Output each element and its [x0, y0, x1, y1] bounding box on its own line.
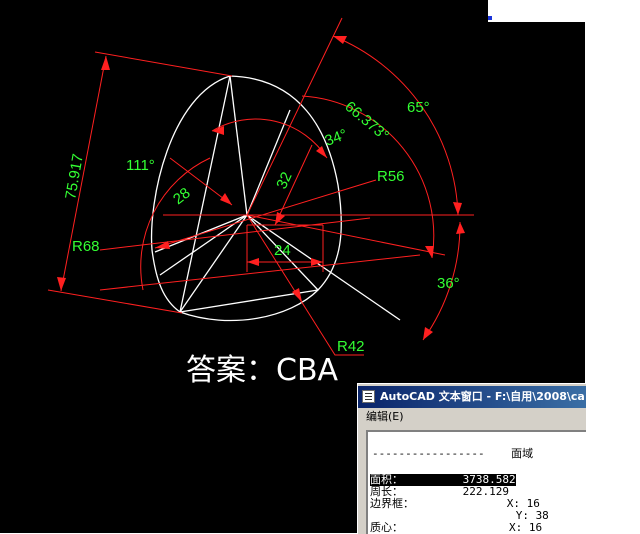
autocad-text-window[interactable]: AutoCAD 文本窗口 - F:\自用\2008\ca 编辑(E) -----…	[357, 383, 586, 534]
arrow-r42	[292, 288, 302, 302]
output-line-centroid: 质心： X: 16	[370, 521, 543, 534]
answer-label: 答案：CBA	[186, 353, 339, 388]
segment-top-to-center	[229, 75, 248, 216]
viewport-corner-patch	[488, 0, 585, 22]
dim-text-111: 111°	[126, 157, 155, 174]
arrow-28	[220, 193, 232, 205]
arrowheads	[57, 36, 465, 340]
dimension-text-layer: 75.917 111° 28 32 34° 66.373° 65° R56 R6…	[62, 98, 459, 355]
dim-text-24: 24	[274, 242, 291, 259]
dim-34-arc	[211, 118, 328, 159]
dim-75917-ext-bottom	[47, 289, 183, 314]
dim-65-arc	[332, 35, 459, 216]
ref-lower-line	[99, 254, 421, 291]
arrow-36-top	[456, 222, 465, 234]
arrow-65-bottom	[453, 202, 462, 215]
output-line-separator: ----------------- 面域	[372, 447, 534, 460]
grip-point[interactable]	[488, 16, 492, 20]
dim-75917-ext-top	[94, 51, 233, 77]
dim-text-r42: R42	[337, 338, 365, 355]
dim-text-34: 34°	[323, 126, 350, 150]
dimension-layer	[47, 17, 474, 356]
text-window-output[interactable]: ----------------- 面域 面积： 3738.582 周长： 22…	[366, 430, 586, 534]
dim-text-r56: R56	[377, 168, 405, 185]
text-window-menu-bar: 编辑(E)	[358, 408, 586, 426]
menu-edit[interactable]: 编辑(E)	[366, 408, 404, 426]
dim-text-r68: R68	[72, 238, 100, 255]
arrow-32	[275, 212, 285, 225]
arrow-24-right	[311, 258, 323, 266]
dim-r42-leader	[246, 214, 364, 356]
dim-text-66373: 66.373°	[341, 98, 392, 144]
text-window-title: AutoCAD 文本窗口 - F:\自用\2008\ca	[380, 390, 585, 403]
dim-text-65: 65°	[407, 99, 430, 116]
arrow-75917-top	[101, 56, 110, 70]
dim-text-28: 28	[170, 184, 194, 208]
arrow-24-left	[247, 258, 259, 266]
arrow-65-top	[333, 36, 347, 44]
dim-text-36: 36°	[437, 275, 460, 292]
arrow-36-bottom	[423, 327, 433, 340]
text-window-title-bar[interactable]: AutoCAD 文本窗口 - F:\自用\2008\ca	[358, 386, 586, 408]
dim-r56-leader	[154, 179, 377, 249]
segment-center-to-upper-right	[246, 109, 291, 216]
arrow-34-end	[316, 146, 327, 158]
ref-line-upper-right	[246, 17, 343, 216]
arrow-75917-bottom	[57, 277, 66, 291]
dim-111-arc	[140, 157, 211, 291]
text-window-icon[interactable]	[362, 390, 375, 403]
